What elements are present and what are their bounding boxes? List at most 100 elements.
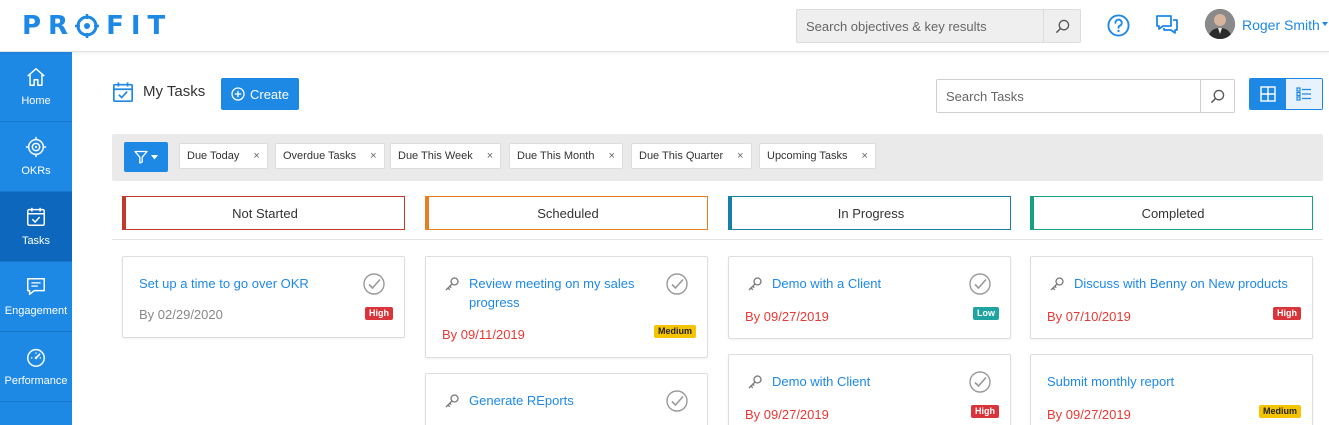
gauge-icon: [27, 348, 45, 367]
task-title[interactable]: Set up a time to go over OKR: [139, 274, 344, 293]
task-card[interactable]: Demo with a Client By 09/27/2019 Low: [728, 256, 1011, 339]
key-icon: [445, 394, 459, 408]
list-view-button[interactable]: [1286, 79, 1322, 109]
page-title: My Tasks: [143, 83, 206, 100]
key-icon: [748, 277, 762, 291]
column-divider: [112, 239, 1323, 240]
plus-circle-icon: [231, 87, 245, 101]
close-icon[interactable]: ×: [253, 150, 259, 162]
sidebar-item-okrs[interactable]: OKRs: [0, 122, 72, 192]
task-card[interactable]: Submit monthly report By 09/27/2019 Medi…: [1030, 354, 1313, 425]
task-card[interactable]: Generate REports: [425, 373, 708, 425]
filter-chip-label: Due Today: [187, 150, 240, 162]
main-content: My Tasks Create Due Today × Overdue Task…: [72, 52, 1329, 425]
grid-icon: [1260, 86, 1276, 102]
chevron-down-icon: [151, 154, 158, 159]
close-icon[interactable]: ×: [370, 150, 376, 162]
home-icon: [27, 68, 45, 86]
priority-badge: High: [971, 405, 999, 418]
filter-chip-label: Overdue Tasks: [283, 150, 357, 162]
global-search: [796, 9, 1081, 43]
top-bar: PR FIT Roger Smith: [0, 0, 1329, 52]
search-icon: [1055, 19, 1069, 33]
task-title[interactable]: Demo with a Client: [772, 274, 952, 293]
sidebar-item-home[interactable]: Home: [0, 52, 72, 122]
column-header-not-started: Not Started: [122, 196, 405, 230]
priority-badge: Medium: [653, 325, 696, 338]
key-icon: [1050, 277, 1064, 291]
task-due-date: By 09/27/2019: [745, 309, 829, 324]
check-circle-icon[interactable]: [362, 272, 386, 296]
task-card[interactable]: Discuss with Benny on New products By 07…: [1030, 256, 1313, 339]
sidebar-item-performance[interactable]: Performance: [0, 332, 72, 402]
task-title[interactable]: Demo with Client: [772, 372, 952, 391]
calendar-check-icon: [113, 82, 133, 102]
view-toggle: [1249, 78, 1323, 110]
task-card[interactable]: Set up a time to go over OKR By 02/29/20…: [122, 256, 405, 338]
user-name[interactable]: Roger Smith: [1242, 17, 1320, 33]
sidebar-item-tasks[interactable]: Tasks: [0, 192, 72, 262]
task-title[interactable]: Discuss with Benny on New products: [1074, 274, 1309, 293]
filter-chip-due-this-week[interactable]: Due This Week ×: [390, 143, 502, 169]
task-due-date: By 02/29/2020: [139, 307, 223, 322]
check-circle-icon[interactable]: [665, 389, 689, 413]
task-title[interactable]: Generate REports: [469, 391, 649, 410]
user-menu-caret-icon[interactable]: [1322, 22, 1328, 26]
user-avatar[interactable]: [1205, 9, 1235, 39]
chat-icon[interactable]: [1155, 14, 1179, 36]
create-button[interactable]: Create: [221, 78, 299, 110]
grid-view-button[interactable]: [1250, 79, 1286, 109]
close-icon[interactable]: ×: [608, 150, 614, 162]
global-search-input[interactable]: [797, 10, 1043, 42]
filter-chip-label: Due This Quarter: [639, 150, 724, 162]
task-search-button[interactable]: [1200, 80, 1234, 112]
check-circle-icon[interactable]: [968, 370, 992, 394]
task-title[interactable]: Submit monthly report: [1047, 372, 1252, 391]
close-icon[interactable]: ×: [487, 150, 493, 162]
filter-bar: Due Today × Overdue Tasks × Due This Wee…: [112, 134, 1323, 181]
task-card[interactable]: Demo with Client By 09/27/2019 High: [728, 354, 1011, 425]
sidebar-item-label: Engagement: [4, 305, 68, 317]
filter-chip-label: Upcoming Tasks: [767, 150, 848, 162]
task-title[interactable]: Review meeting on my sales progress: [469, 274, 649, 312]
search-icon: [1210, 89, 1225, 103]
filter-chip-label: Due This Week: [398, 150, 473, 162]
task-due-date: By 09/27/2019: [745, 407, 829, 422]
column-header-in-progress: In Progress: [728, 196, 1011, 230]
check-circle-icon[interactable]: [968, 272, 992, 296]
task-search-input[interactable]: [937, 80, 1200, 112]
priority-badge: High: [1273, 307, 1301, 320]
priority-badge: High: [365, 307, 393, 320]
message-icon: [27, 278, 45, 296]
key-icon: [748, 375, 762, 389]
sidebar: Home OKRs Tasks Engagement Performance: [0, 52, 72, 425]
close-icon[interactable]: ×: [737, 150, 743, 162]
sidebar-item-label: Performance: [4, 375, 68, 387]
filter-button[interactable]: [124, 142, 168, 172]
logo-text-start: PR: [22, 11, 76, 41]
column-header-completed: Completed: [1030, 196, 1313, 230]
filter-chip-overdue-tasks[interactable]: Overdue Tasks ×: [275, 143, 385, 169]
help-icon[interactable]: [1107, 14, 1130, 37]
sidebar-item-engagement[interactable]: Engagement: [0, 262, 72, 332]
filter-chip-due-this-quarter[interactable]: Due This Quarter ×: [631, 143, 752, 169]
profit-logo[interactable]: PR FIT: [22, 11, 172, 41]
filter-chip-upcoming-tasks[interactable]: Upcoming Tasks ×: [759, 143, 876, 169]
filter-chip-due-this-month[interactable]: Due This Month ×: [509, 143, 623, 169]
target-icon: [25, 136, 47, 158]
task-search: [936, 79, 1235, 113]
global-search-button[interactable]: [1043, 10, 1080, 42]
close-icon[interactable]: ×: [862, 150, 868, 162]
sidebar-item-label: OKRs: [21, 165, 51, 177]
create-button-label: Create: [249, 86, 290, 102]
task-due-date: By 09/27/2019: [1047, 407, 1131, 422]
tasks-icon: [27, 207, 45, 226]
check-circle-icon[interactable]: [665, 272, 689, 296]
filter-chip-label: Due This Month: [517, 150, 595, 162]
sidebar-item-label: Tasks: [21, 235, 51, 247]
task-card[interactable]: Review meeting on my sales progress By 0…: [425, 256, 708, 358]
filter-chip-due-today[interactable]: Due Today ×: [179, 143, 268, 169]
task-due-date: By 09/11/2019: [442, 327, 525, 342]
filter-icon: [134, 150, 148, 164]
task-due-date: By 07/10/2019: [1047, 309, 1131, 324]
